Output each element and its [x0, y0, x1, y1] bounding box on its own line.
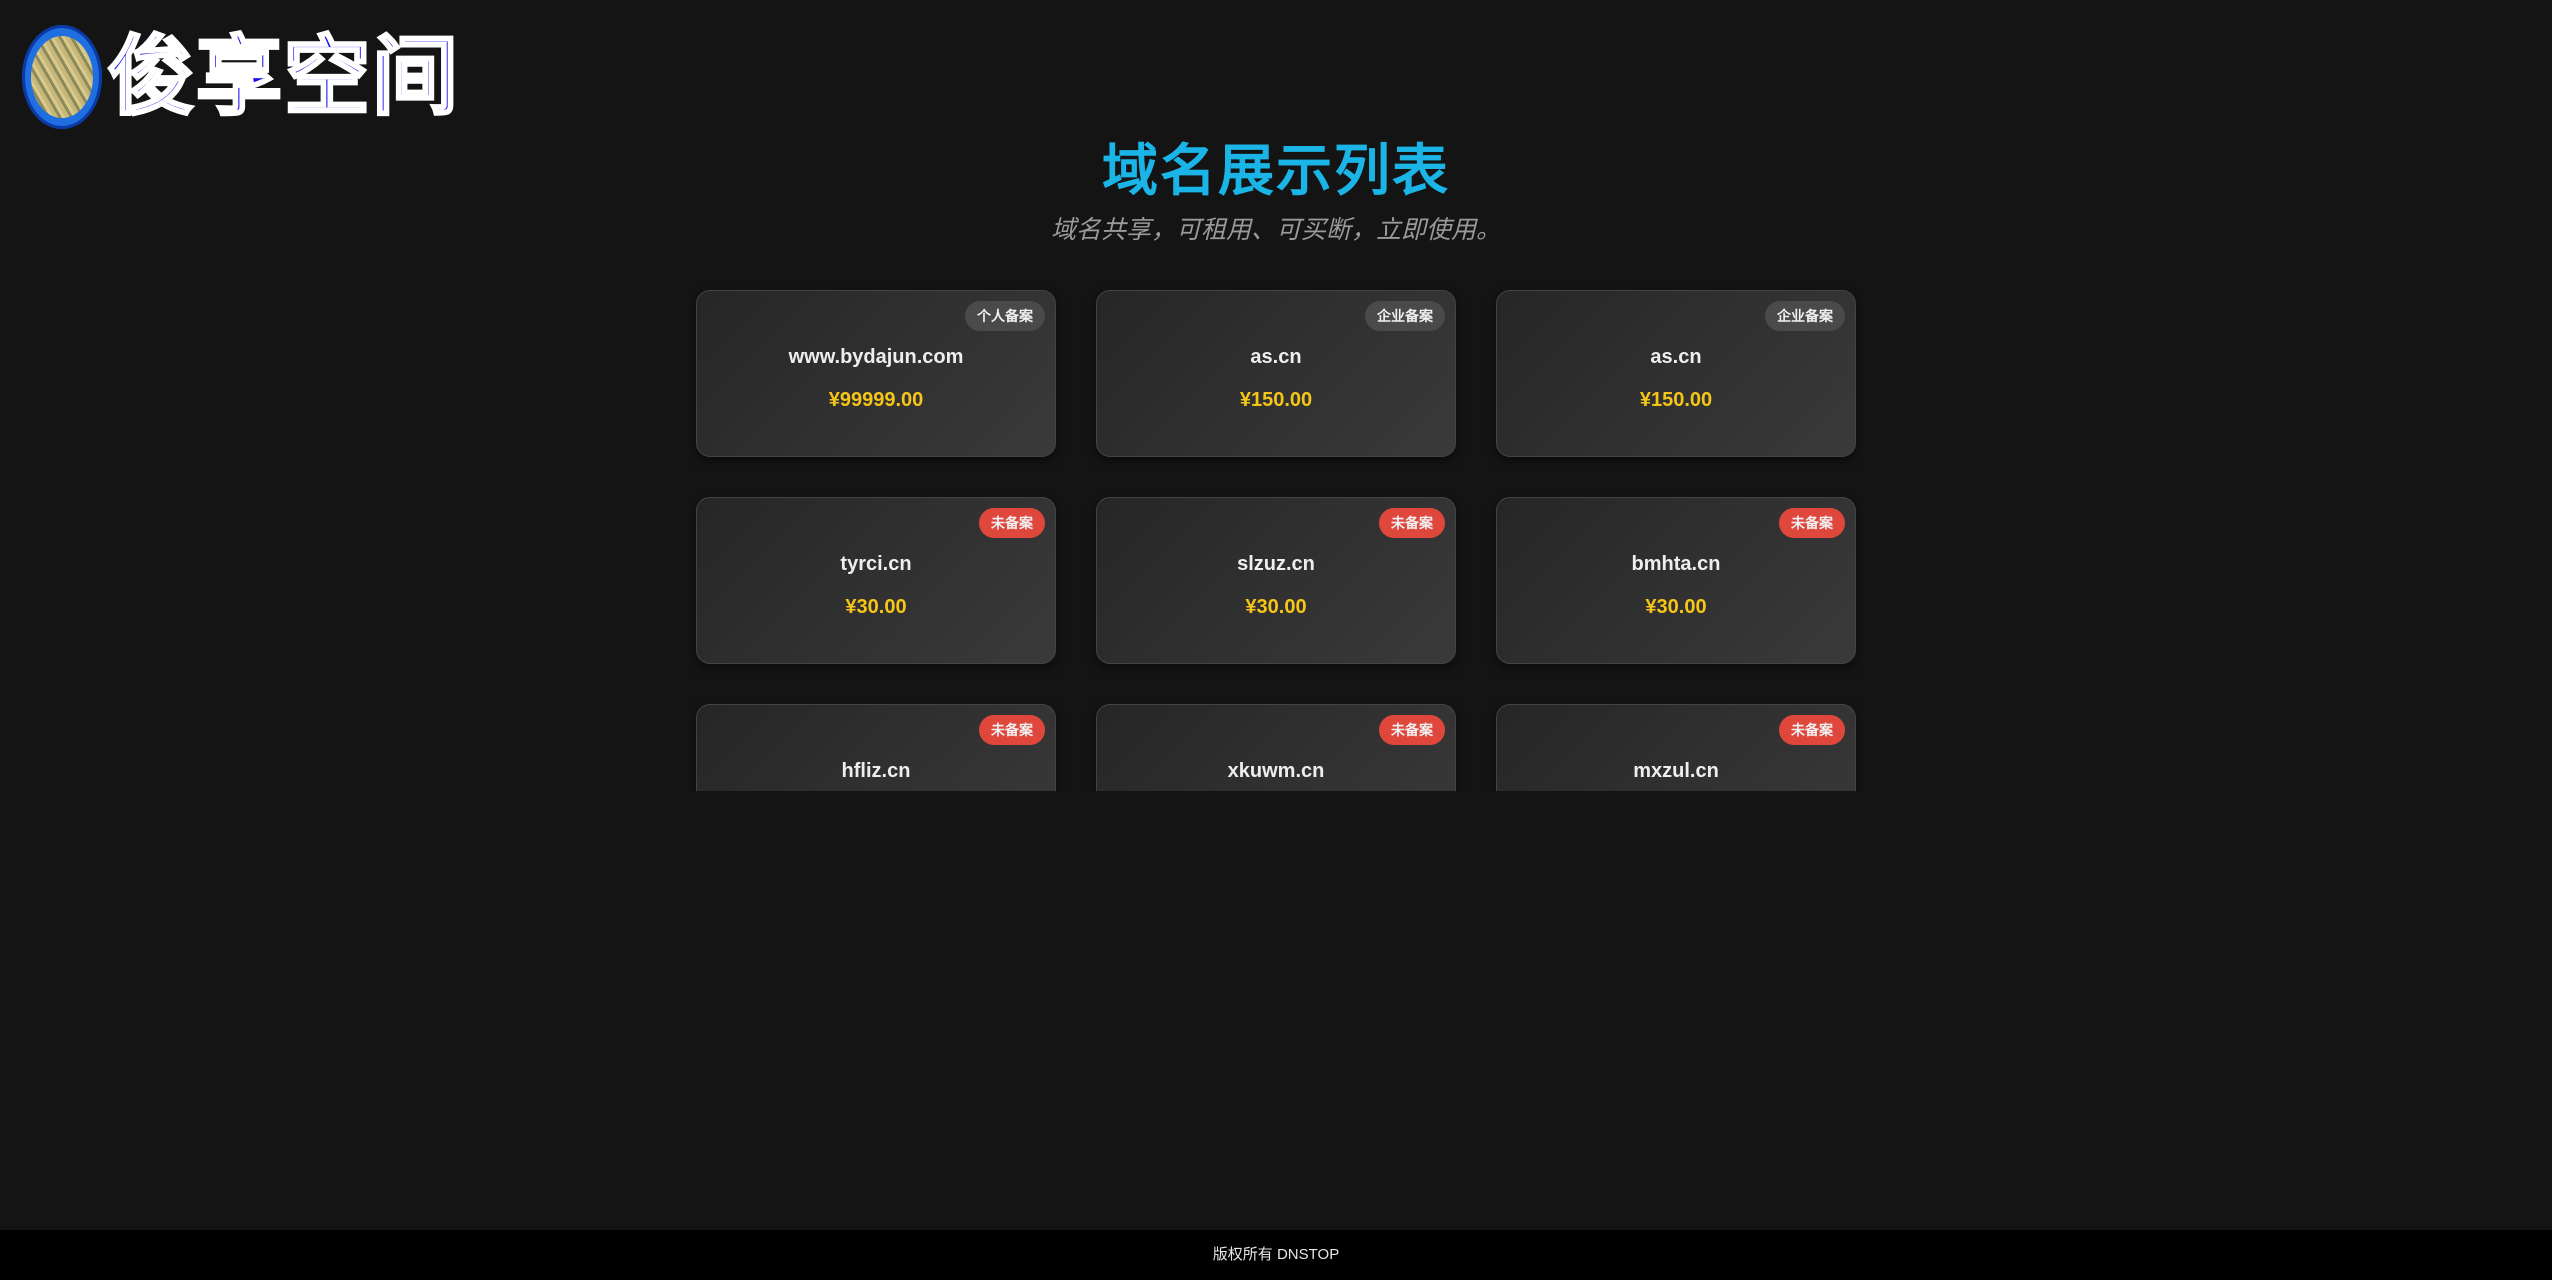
- page-subtitle: 域名共享，可租用、可买断，立即使用。: [1050, 216, 1501, 244]
- footer: 版权所有 DNSTOP: [0, 1230, 2552, 1280]
- domain-card[interactable]: 个人备案 www.bydajun.com ¥99999.00: [696, 290, 1056, 457]
- domain-price: ¥30.00: [1645, 596, 1707, 618]
- copyright-text: 版权所有 DNSTOP: [1212, 1246, 1340, 1263]
- domain-name: as.cn: [1650, 346, 1702, 368]
- domain-card[interactable]: 未备案 slzuz.cn ¥30.00: [1096, 497, 1456, 664]
- avatar-image: [31, 36, 93, 118]
- filing-status-badge: 未备案: [979, 508, 1045, 538]
- domain-name: xkuwm.cn: [1227, 760, 1325, 782]
- domain-card[interactable]: 企业备案 as.cn ¥150.00: [1496, 290, 1856, 457]
- domain-card[interactable]: 未备案 mxzul.cn: [1496, 704, 1856, 791]
- filing-status-badge: 企业备案: [1765, 301, 1845, 331]
- domain-card[interactable]: 未备案 bmhta.cn ¥30.00: [1496, 497, 1856, 664]
- filing-status-badge: 未备案: [1379, 508, 1445, 538]
- logo-text: 俊享空间: [107, 27, 460, 127]
- domain-price: ¥30.00: [1245, 596, 1307, 618]
- domain-card[interactable]: 未备案 tyrci.cn ¥30.00: [696, 497, 1056, 664]
- domain-card[interactable]: 未备案 hfliz.cn: [696, 704, 1056, 791]
- domain-list-viewport[interactable]: 个人备案 www.bydajun.com ¥99999.00 企业备案 as.c…: [690, 286, 1862, 791]
- page: 俊享空间 域名展示列表 域名共享，可租用、可买断，立即使用。 个人备案 www.…: [0, 0, 2552, 1280]
- filing-status-badge: 个人备案: [965, 301, 1045, 331]
- filing-status-badge: 未备案: [1779, 715, 1845, 745]
- domain-price: ¥30.00: [845, 596, 907, 618]
- domain-card[interactable]: 企业备案 as.cn ¥150.00: [1096, 290, 1456, 457]
- filing-status-badge: 未备案: [1379, 715, 1445, 745]
- domain-card[interactable]: 未备案 xkuwm.cn: [1096, 704, 1456, 791]
- domain-name: hfliz.cn: [841, 760, 911, 782]
- domain-price: ¥99999.00: [828, 389, 924, 411]
- site-logo[interactable]: 俊享空间: [22, 22, 460, 132]
- domain-name: as.cn: [1250, 346, 1302, 368]
- filing-status-badge: 企业备案: [1365, 301, 1445, 331]
- filing-status-badge: 未备案: [1779, 508, 1845, 538]
- page-title: 域名展示列表: [1102, 139, 1450, 202]
- domain-name: tyrci.cn: [840, 553, 912, 575]
- avatar-icon: [22, 25, 102, 129]
- domain-name: slzuz.cn: [1237, 553, 1315, 575]
- filing-status-badge: 未备案: [979, 715, 1045, 745]
- domain-name: bmhta.cn: [1631, 553, 1721, 575]
- domain-price: ¥150.00: [1639, 389, 1713, 411]
- domain-name: www.bydajun.com: [788, 346, 964, 368]
- domain-grid: 个人备案 www.bydajun.com ¥99999.00 企业备案 as.c…: [696, 290, 1856, 791]
- domain-price: ¥150.00: [1239, 389, 1313, 411]
- domain-name: mxzul.cn: [1633, 760, 1719, 782]
